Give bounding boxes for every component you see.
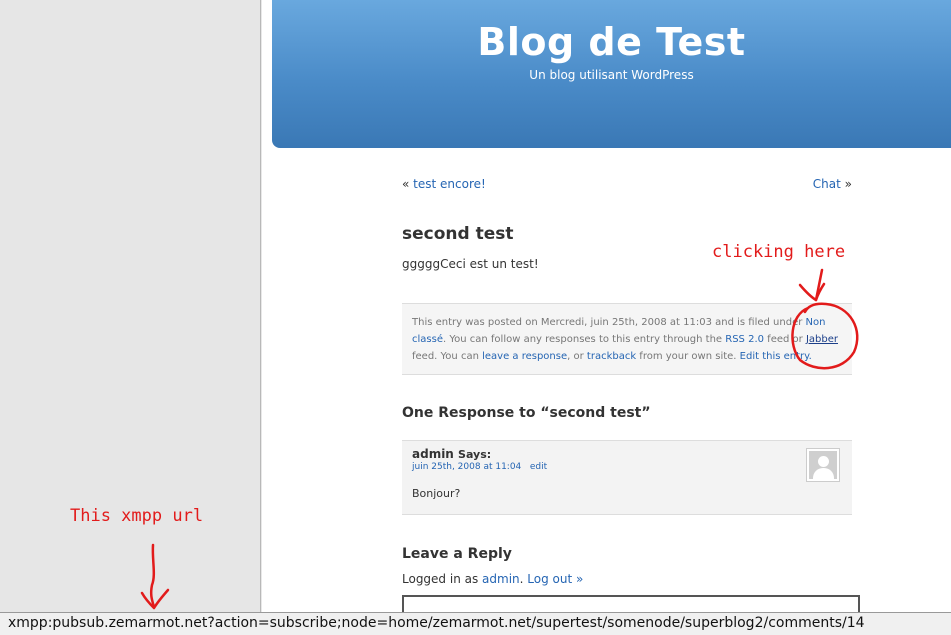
comment-date-link[interactable]: juin 25th, 2008 at 11:04 <box>412 462 521 472</box>
annotation-xmpp-url: This xmpp url <box>70 506 204 526</box>
logged-in-line: Logged in as admin. Log out » <box>402 572 584 586</box>
comment-author-line: admin Says: <box>412 447 491 461</box>
next-arrow: » <box>844 177 852 191</box>
prev-post-link[interactable]: test encore! <box>413 177 486 191</box>
annotation-clicking-here: clicking here <box>712 242 846 262</box>
nav-next: Chat » <box>813 177 852 191</box>
post-title: second test <box>402 224 514 244</box>
meta-text-6: from your own site. <box>636 351 740 362</box>
logged-prefix: Logged in as <box>402 572 483 586</box>
trackback-link[interactable]: trackback <box>587 351 636 362</box>
edit-entry-link[interactable]: Edit this entry. <box>740 351 812 362</box>
comment-edit-link[interactable]: edit <box>530 462 547 472</box>
post-metadata: This entry was posted on Mercredi, juin … <box>402 303 852 375</box>
meta-text-4: feed. You can <box>412 351 483 362</box>
next-post-link[interactable]: Chat <box>813 177 841 191</box>
blog-title[interactable]: Blog de Test <box>272 20 951 64</box>
meta-text-3: feed or <box>764 334 806 345</box>
logout-link[interactable]: Log out » <box>527 572 583 586</box>
avatar <box>806 448 840 482</box>
comment-meta: juin 25th, 2008 at 11:04 edit <box>412 462 547 472</box>
rss-link[interactable]: RSS 2.0 <box>725 334 764 345</box>
comment-author: admin <box>412 447 454 461</box>
comment: admin Says: juin 25th, 2008 at 11:04 edi… <box>402 440 852 515</box>
leave-reply-heading: Leave a Reply <box>402 546 512 562</box>
browser-status-bar: xmpp:pubsub.zemarmot.net?action=subscrib… <box>0 612 951 635</box>
leave-response-link[interactable]: leave a response <box>482 351 567 362</box>
meta-text-1: This entry was posted on Mercredi, juin … <box>412 317 806 328</box>
post-body: gggggCeci est un test! <box>402 257 539 271</box>
responses-heading: One Response to “second test” <box>402 405 651 421</box>
blog-description: Un blog utilisant WordPress <box>529 68 694 82</box>
prev-arrow: « <box>402 177 410 191</box>
user-link[interactable]: admin <box>482 572 520 586</box>
jabber-link[interactable]: Jabber <box>806 334 838 345</box>
comment-text: Bonjour? <box>412 487 461 500</box>
blog-header: Blog de Test Un blog utilisant WordPress <box>272 0 951 148</box>
meta-text-2: . You can follow any responses to this e… <box>442 334 726 345</box>
avatar-placeholder-icon <box>809 451 837 479</box>
meta-text-5: , or <box>567 351 587 362</box>
status-url: xmpp:pubsub.zemarmot.net?action=subscrib… <box>8 615 865 631</box>
nav-previous: « test encore! <box>402 177 486 191</box>
left-background <box>0 0 261 635</box>
comment-says: Says: <box>458 448 492 461</box>
